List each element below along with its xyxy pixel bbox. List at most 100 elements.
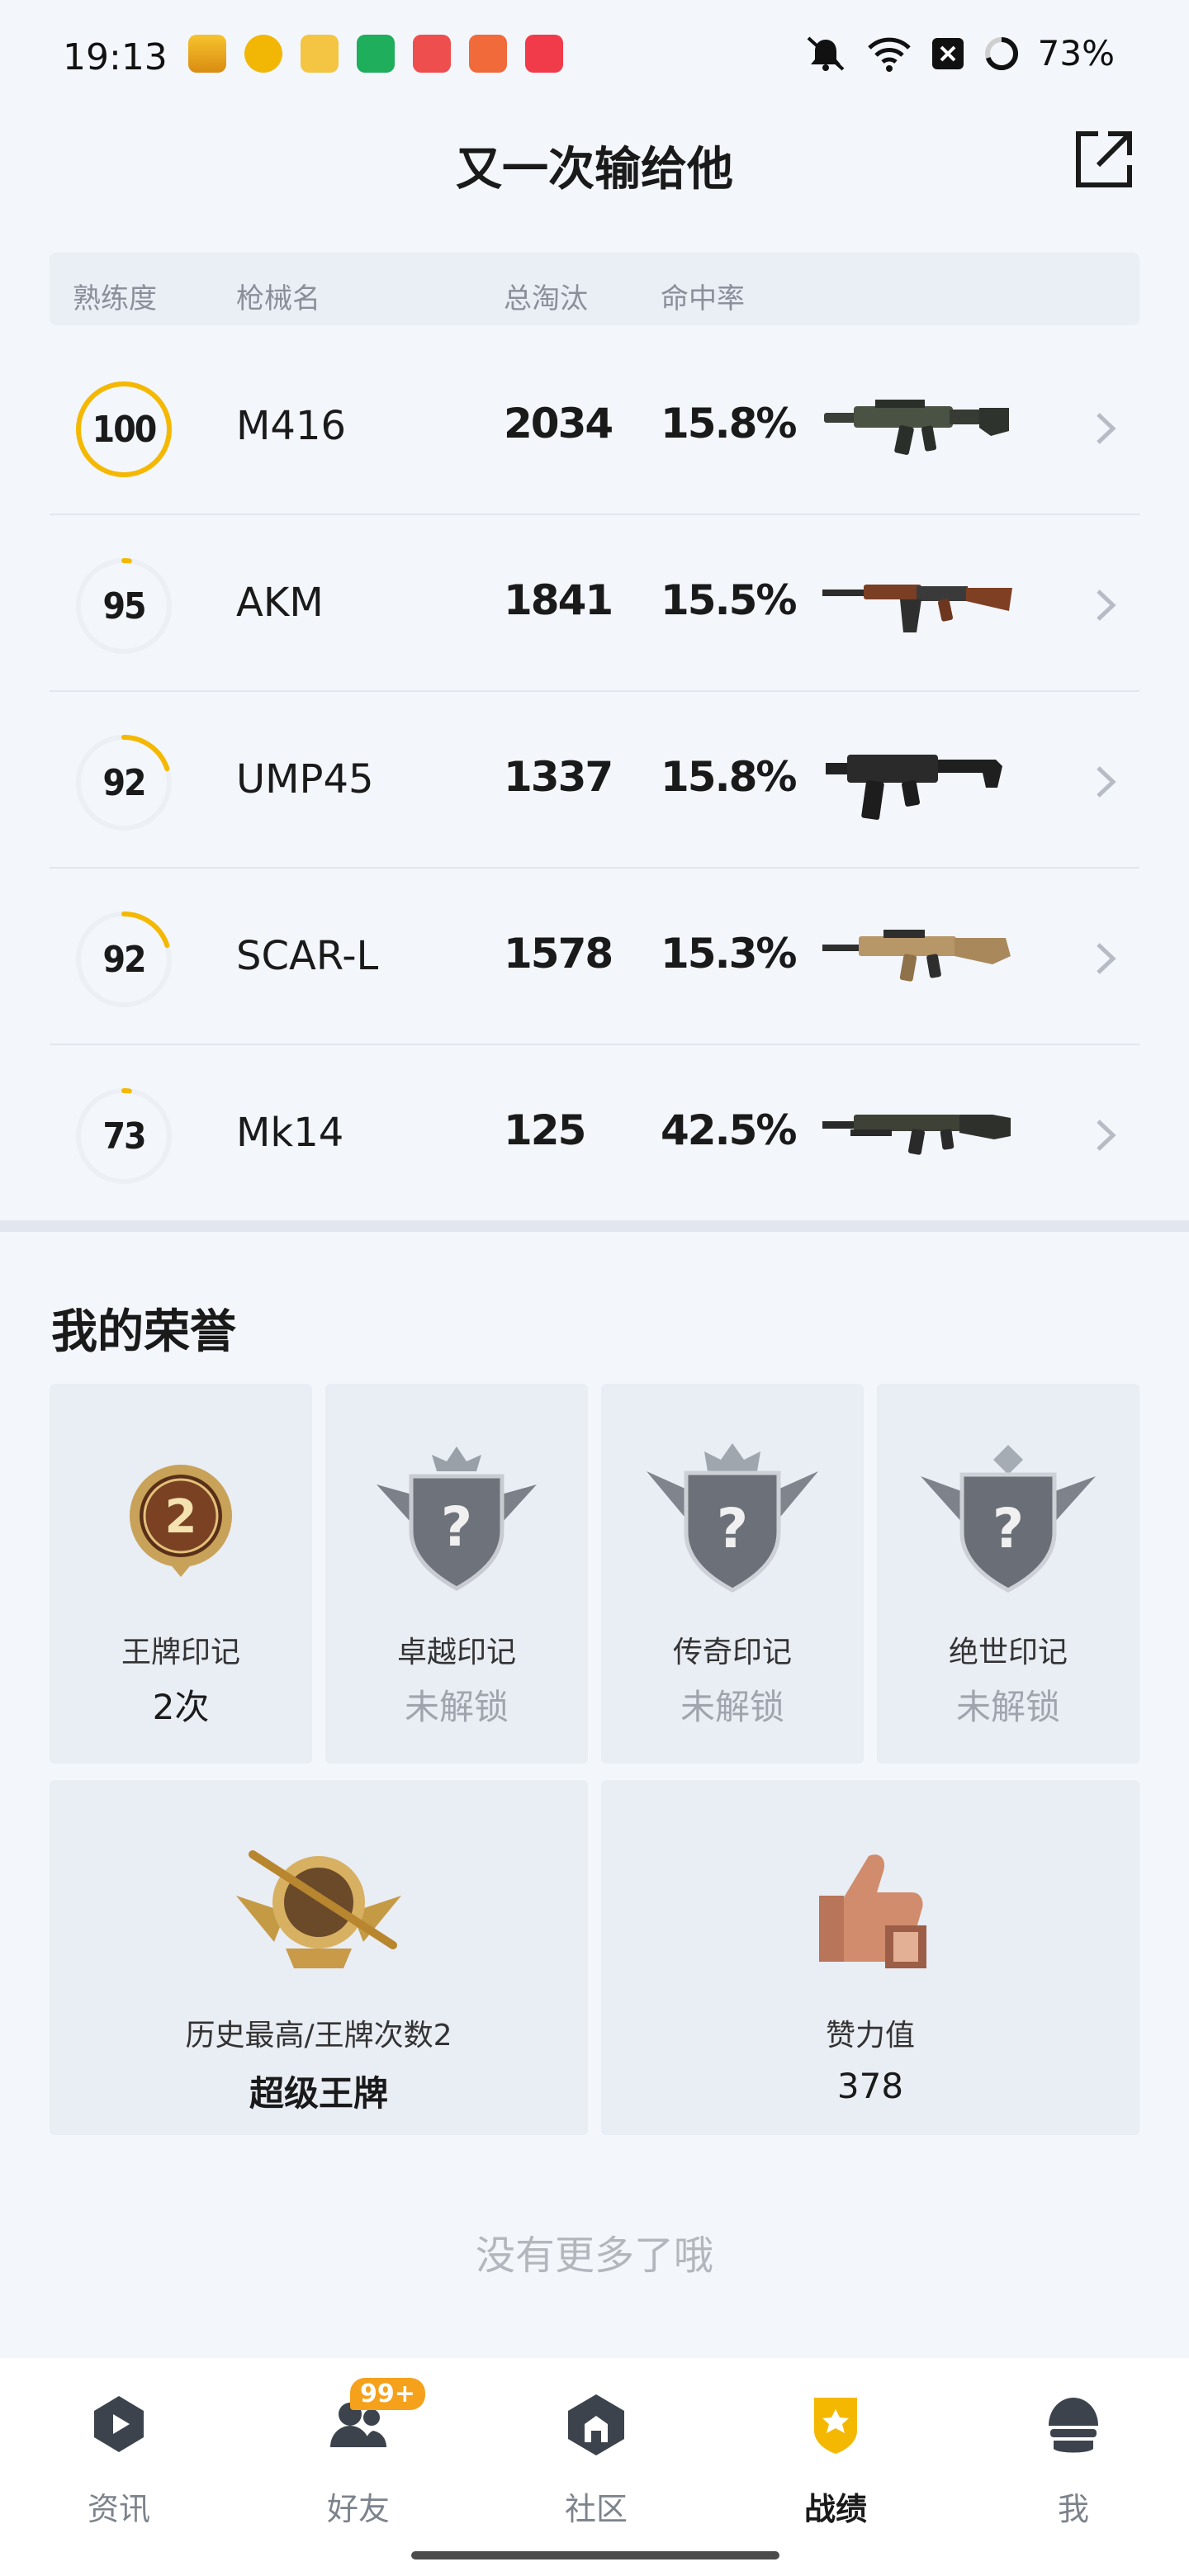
gun-hit-rate: 42.5% xyxy=(661,1106,797,1154)
honor-value: 未解锁 xyxy=(680,1687,784,1727)
nav-item-community[interactable]: 社区 xyxy=(514,2378,679,2543)
scar-l-rifle-image xyxy=(822,930,1011,982)
honor-label: 赞力值 xyxy=(825,2019,915,2053)
proficiency-value: 73 xyxy=(102,1115,146,1158)
gun-hit-rate: 15.5% xyxy=(661,576,797,624)
app-icon-oppo xyxy=(357,35,395,73)
close-box-icon xyxy=(931,37,964,69)
nav-label: 好友 xyxy=(326,2491,390,2527)
excellence-mark-locked-icon: ? xyxy=(377,1447,537,1591)
chevron-right-icon[interactable] xyxy=(1092,585,1120,626)
header-kills: 总淘汰 xyxy=(504,282,588,315)
mute-icon xyxy=(807,36,844,71)
super-ace-emblem-icon xyxy=(236,1850,401,1968)
wifi-icon xyxy=(867,37,911,72)
status-bar: 19:13 73% xyxy=(0,0,1189,107)
header-gun-name: 枪械名 xyxy=(236,282,320,315)
community-icon xyxy=(568,2394,624,2455)
notification-icons xyxy=(188,35,563,73)
app-icon-red xyxy=(469,35,507,73)
app-icon-target xyxy=(244,35,282,73)
nav-label: 我 xyxy=(1057,2491,1089,2527)
app-icon-book xyxy=(301,35,339,73)
peerless-mark-locked-icon: ? xyxy=(921,1445,1096,1593)
proficiency-value: 95 xyxy=(102,585,146,627)
honor-value: 未解锁 xyxy=(404,1687,509,1727)
weapon-table: 100 M416 2034 15.8% 95 AKM 1841 15.5% 92… xyxy=(50,339,1139,1222)
nav-label: 资讯 xyxy=(87,2491,150,2527)
honor-card-excellence-mark[interactable]: ? 卓越印记 未解锁 xyxy=(325,1384,588,1764)
friends-badge: 99+ xyxy=(350,2378,425,2410)
honor-label: 历史最高/王牌次数2 xyxy=(185,2019,452,2053)
m416-rifle-image xyxy=(824,400,1009,455)
honors-title: 我的荣誉 xyxy=(51,1305,236,1359)
gun-kills: 2034 xyxy=(504,400,613,447)
gun-name: M416 xyxy=(236,403,347,449)
header-hit-rate: 命中率 xyxy=(661,282,745,315)
honor-label: 传奇印记 xyxy=(672,1636,792,1669)
nav-label: 战绩 xyxy=(803,2491,867,2527)
gun-name: SCAR-L xyxy=(236,933,379,979)
nav-item-news[interactable]: 资讯 xyxy=(36,2378,201,2543)
legend-mark-emblem-text: ? xyxy=(717,1497,748,1560)
thumbs-up-icon xyxy=(819,1854,926,1968)
battery-ring-icon xyxy=(984,36,1018,70)
gun-name: UMP45 xyxy=(236,756,374,803)
akm-rifle-image xyxy=(822,585,1012,632)
weapon-row-mk14[interactable]: 73 Mk14 125 42.5% xyxy=(50,1045,1139,1222)
section-divider xyxy=(0,1220,1189,1232)
honor-card-likes[interactable]: 赞力值 378 xyxy=(601,1780,1139,2135)
header-proficiency: 熟练度 xyxy=(73,282,157,315)
gun-name: AKM xyxy=(236,580,324,626)
gun-kills: 1578 xyxy=(504,930,613,978)
honor-value: 2次 xyxy=(152,1687,210,1727)
nav-item-me[interactable]: 我 xyxy=(991,2378,1156,2543)
app-icon-video xyxy=(413,35,451,73)
status-time: 19:13 xyxy=(63,36,168,78)
honor-value: 378 xyxy=(836,2066,904,2106)
gun-hit-rate: 15.3% xyxy=(661,930,797,978)
profile-icon xyxy=(1049,2398,1098,2453)
honor-label: 绝世印记 xyxy=(948,1636,1068,1669)
ace-mark-emblem-text: 2 xyxy=(165,1490,197,1544)
nav-label: 社区 xyxy=(564,2491,628,2527)
chevron-right-icon[interactable] xyxy=(1092,1115,1120,1156)
peerless-mark-emblem-text: ? xyxy=(992,1497,1024,1560)
honor-value: 未解锁 xyxy=(955,1687,1060,1727)
gun-hit-rate: 15.8% xyxy=(661,753,797,801)
gun-kills: 1337 xyxy=(504,753,613,801)
honor-label: 王牌印记 xyxy=(121,1636,240,1669)
page-title: 又一次输给他 xyxy=(456,143,733,197)
honor-value: 超级王牌 xyxy=(249,2073,388,2114)
weapon-row-scar-l[interactable]: 92 SCAR-L 1578 15.3% xyxy=(50,869,1139,1045)
end-of-list-text: 没有更多了哦 xyxy=(475,2233,713,2279)
nav-item-records[interactable]: 战绩 xyxy=(753,2378,918,2543)
honor-card-highest-tier[interactable]: 历史最高/王牌次数2 超级王牌 xyxy=(50,1780,588,2135)
weapon-row-ump45[interactable]: 92 UMP45 1337 15.8% xyxy=(50,692,1139,869)
ace-mark-emblem-icon: 2 xyxy=(130,1465,232,1577)
app-icon-music xyxy=(525,35,563,73)
record-icon xyxy=(814,2398,857,2454)
battery-percent: 73% xyxy=(1037,33,1115,73)
honor-label: 卓越印记 xyxy=(396,1636,516,1669)
nav-item-friends[interactable]: 99+ 好友 xyxy=(276,2378,441,2543)
proficiency-value: 100 xyxy=(92,408,158,451)
chevron-right-icon[interactable] xyxy=(1092,761,1120,803)
weapon-table-header: 熟练度 枪械名 总淘汰 命中率 xyxy=(50,253,1139,325)
legend-mark-locked-icon: ? xyxy=(647,1443,818,1593)
ump45-smg-image xyxy=(826,755,1002,820)
honor-card-ace-mark[interactable]: 2 王牌印记 2次 xyxy=(50,1384,312,1764)
app-icon-yellow xyxy=(188,35,226,73)
proficiency-value: 92 xyxy=(102,761,146,804)
chevron-right-icon[interactable] xyxy=(1092,408,1120,449)
bottom-nav: 资讯 99+ 好友 社区 战绩 我 xyxy=(0,2358,1189,2576)
mk14-rifle-image xyxy=(822,1115,1011,1155)
honor-card-legend-mark[interactable]: ? 传奇印记 未解锁 xyxy=(601,1384,864,1764)
gun-hit-rate: 15.8% xyxy=(661,400,797,447)
weapon-row-m416[interactable]: 100 M416 2034 15.8% xyxy=(50,339,1139,515)
chevron-right-icon[interactable] xyxy=(1092,938,1120,979)
share-icon[interactable] xyxy=(1070,127,1136,193)
home-indicator[interactable] xyxy=(411,2551,779,2559)
weapon-row-akm[interactable]: 95 AKM 1841 15.5% xyxy=(50,515,1139,692)
honor-card-peerless-mark[interactable]: ? 绝世印记 未解锁 xyxy=(877,1384,1139,1764)
